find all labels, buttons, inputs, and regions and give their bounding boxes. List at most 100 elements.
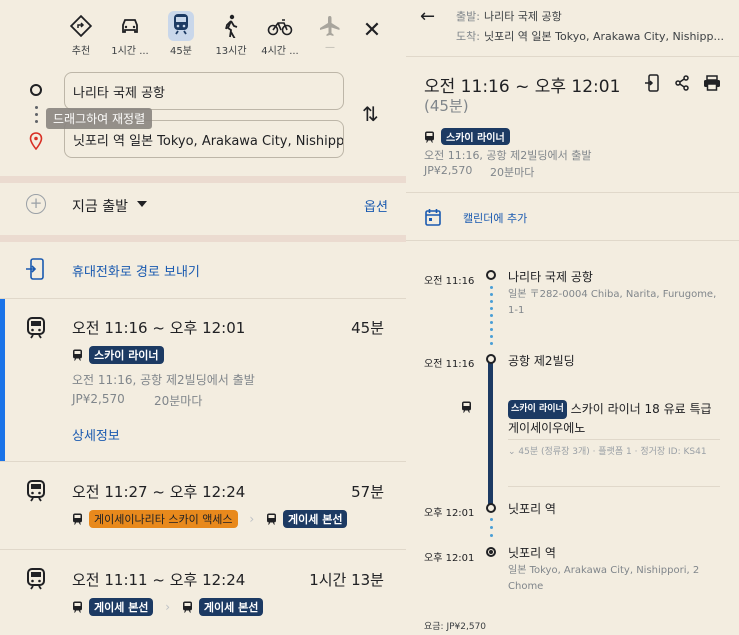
segment-stops-toggle[interactable]: ⌄ 45분 (정류장 3개) · 플랫폼 1 · 정거장 ID: KS41	[508, 445, 718, 459]
divider	[0, 176, 406, 183]
segment-sub: 45분 (정류장 3개) · 플랫폼 1 · 정거장 ID: KS41	[518, 447, 707, 457]
tram-icon	[73, 513, 82, 525]
route-option-3[interactable]: 오전 11:11 ~ 오후 12:24 1시간 13분 게이세 본선 › 게이세…	[0, 550, 406, 635]
walk-dot	[490, 321, 493, 324]
divider	[0, 235, 406, 242]
mode-best[interactable]: 추천	[58, 12, 104, 57]
add-to-calendar-link[interactable]: 캘린더에 추가	[463, 210, 527, 226]
stop-name[interactable]: 닛포리 역	[508, 500, 556, 517]
mode-walking[interactable]: 13시간	[208, 12, 254, 57]
to-label: 도착:	[456, 30, 480, 43]
flight-icon	[320, 16, 340, 36]
stop-node	[486, 503, 496, 513]
line-chip: 스카이 라이너	[508, 400, 567, 419]
line-chip: 스카이 라이너	[441, 128, 510, 145]
mode-driving[interactable]: 1시간 ...	[107, 12, 153, 57]
tram-icon	[27, 568, 45, 590]
send-to-phone-icon[interactable]	[643, 74, 661, 92]
line-chip: 게이세 본선	[283, 510, 348, 528]
send-to-phone-link[interactable]: 휴대전화로 경로 보내기	[72, 261, 200, 280]
walk-dot	[490, 526, 493, 529]
chevron-right-icon: ›	[165, 599, 171, 614]
walk-dot	[490, 342, 493, 345]
swap-icon[interactable]: ⇅	[362, 102, 379, 126]
stop-time: 오전 11:16	[424, 276, 475, 287]
detail-origin: 출발: 나리타 국제 공항	[456, 8, 562, 24]
detail-destination: 도착: 닛포리 역 일본 Tokyo, Arakawa City, Nishipp…	[456, 28, 724, 44]
bike-icon	[267, 19, 293, 36]
stop-time: 오후 12:01	[424, 553, 475, 564]
mode-label: 4시간 ...	[261, 46, 299, 57]
destination-node	[486, 547, 496, 557]
route-detail-panel: ← 출발: 나리타 국제 공항 도착: 닛포리 역 일본 Tokyo, Arakaw…	[406, 0, 739, 635]
detail-time: 오전 11:16 ~ 오후 12:01	[424, 77, 621, 97]
print-icon[interactable]	[703, 74, 721, 92]
transit-icon	[174, 14, 188, 35]
route-fare: JP¥2,570	[72, 392, 125, 406]
chevron-down-icon: ⌄	[508, 447, 519, 457]
tram-icon	[27, 480, 45, 502]
walk-dot	[490, 293, 493, 296]
tram-icon	[27, 317, 45, 339]
route-lines: 스카이 라이너	[72, 346, 164, 364]
depart-now-dropdown[interactable]: 지금 출발	[72, 196, 128, 216]
to-value: 닛포리 역 일본 Tokyo, Arakawa City, Nishipp...	[483, 30, 724, 43]
tram-icon	[425, 131, 434, 143]
walk-dot	[490, 286, 493, 289]
destination-pin-icon	[29, 132, 43, 150]
tram-icon	[462, 401, 471, 413]
walk-icon	[225, 14, 238, 38]
dropdown-arrow-icon[interactable]	[137, 201, 147, 207]
stop-node	[486, 270, 496, 280]
connector-dot	[35, 113, 38, 116]
details-link[interactable]: 상세정보	[72, 425, 120, 444]
stop-name[interactable]: 나리타 국제 공항	[508, 268, 593, 285]
mode-label: 추천	[71, 46, 91, 57]
detail-fare: JP¥2,570	[424, 164, 473, 177]
mode-transit[interactable]: 45분	[158, 11, 204, 57]
route-lines: 게이세이나리타 스카이 액세스 › 게이세 본선	[72, 510, 348, 528]
detail-actions	[643, 74, 721, 92]
detail-duration: (45분)	[424, 97, 469, 115]
mode-label: 45분	[170, 46, 192, 57]
line-chip: 스카이 라이너	[89, 346, 164, 364]
back-arrow-icon[interactable]: ←	[420, 6, 435, 27]
calendar-icon	[425, 209, 441, 226]
chevron-right-icon: ›	[249, 511, 255, 526]
connector-dot	[35, 120, 38, 123]
divider	[406, 56, 739, 57]
stop-time: 오전 11:16	[424, 359, 475, 370]
stop-node	[486, 354, 496, 364]
total-fare: 요금: JP¥2,570	[424, 622, 487, 632]
mode-label: 1시간 ...	[111, 46, 149, 57]
connector-dot	[35, 106, 38, 109]
stop-name[interactable]: 공항 제2빌딩	[508, 352, 575, 369]
tram-icon	[73, 601, 82, 613]
mode-label: 13시간	[215, 46, 247, 57]
divider	[406, 192, 739, 193]
detail-frequency: 20분마다	[490, 166, 535, 179]
walk-dot	[490, 335, 493, 338]
transit-line	[488, 362, 493, 506]
origin-input[interactable]: 나리타 국제 공항	[64, 72, 344, 110]
walk-dot	[490, 314, 493, 317]
stop-name[interactable]: 닛포리 역	[508, 544, 556, 561]
divider	[406, 240, 739, 241]
share-icon[interactable]	[673, 74, 691, 92]
from-label: 출발:	[456, 10, 480, 23]
close-icon[interactable]: ✕	[360, 20, 384, 44]
route-option-2[interactable]: 오전 11:27 ~ 오후 12:24 57분 게이세이나리타 스카이 액세스 …	[0, 462, 406, 549]
add-stop-icon[interactable]: +	[26, 194, 46, 214]
diamond-directions-icon	[70, 15, 92, 37]
mode-flight: —	[307, 12, 353, 53]
detail-line: 스카이 라이너	[424, 126, 510, 145]
mode-cycling[interactable]: 4시간 ...	[257, 12, 303, 57]
line-chip: 게이세 본선	[198, 598, 264, 616]
route-duration: 57분	[351, 483, 384, 501]
route-option-1[interactable]: 오전 11:16 ~ 오후 12:01 45분 스카이 라이너 오전 11:16…	[0, 299, 406, 461]
options-button[interactable]: 옵션	[364, 196, 388, 215]
detail-departure-note: 오전 11:16, 공항 제2빌딩에서 출발	[424, 149, 592, 162]
walk-dot	[490, 328, 493, 331]
drag-tooltip: 드래그하여 재정렬	[46, 108, 153, 129]
origin-circle-icon	[30, 84, 42, 96]
